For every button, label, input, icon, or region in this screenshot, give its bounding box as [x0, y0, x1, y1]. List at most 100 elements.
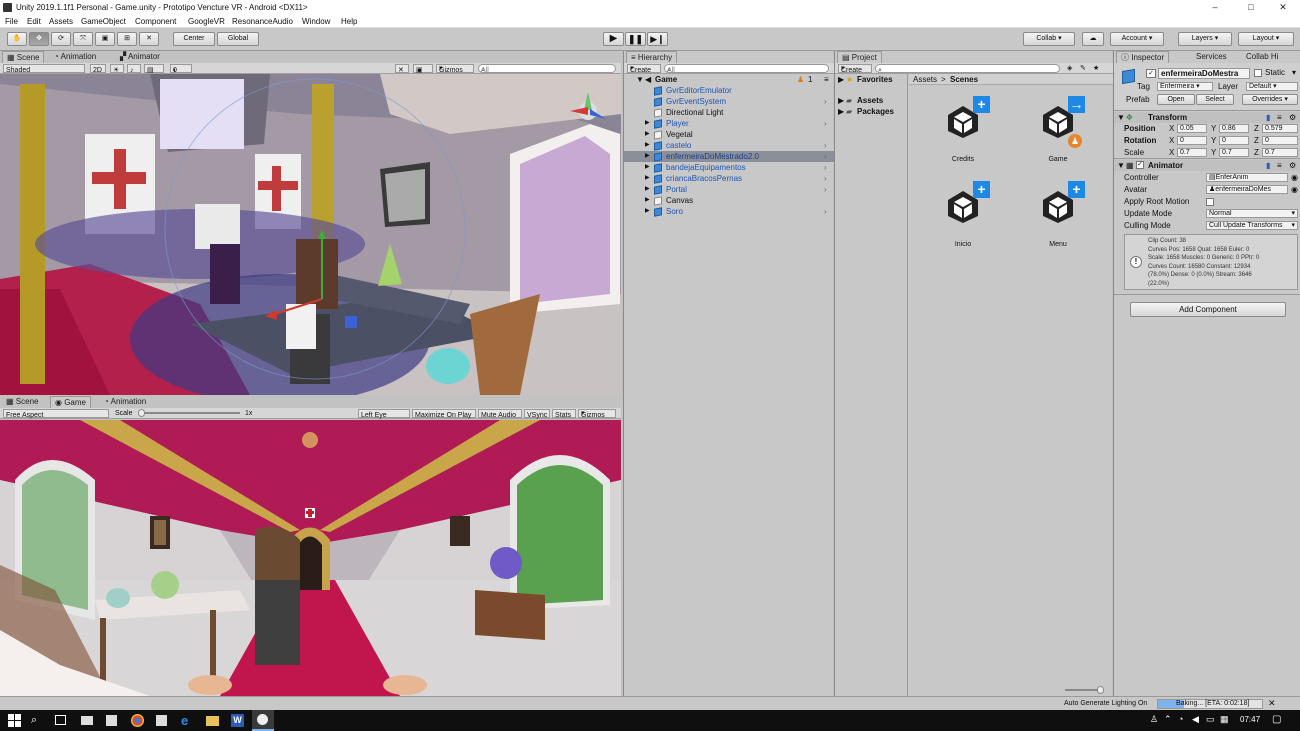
- expand-arrow-icon[interactable]: ▶: [645, 184, 650, 195]
- tab-animation[interactable]: ◔ Animation: [50, 51, 100, 63]
- camera-settings[interactable]: ▣: [413, 64, 433, 74]
- open-prefab-arrow-icon[interactable]: ›: [824, 140, 827, 151]
- add-component-button[interactable]: Add Component: [1130, 302, 1286, 317]
- prefab-open-button[interactable]: Open: [1157, 94, 1195, 105]
- hierarchy-search-input[interactable]: ⌕ All: [664, 64, 829, 74]
- tab-scene[interactable]: ▦ Scene: [2, 51, 45, 63]
- menu-googlevr[interactable]: GoogleVR: [188, 16, 225, 27]
- cancel-bake-icon[interactable]: ✕: [1268, 697, 1276, 710]
- scale-slider[interactable]: [140, 412, 240, 414]
- layer-dropdown[interactable]: Default ▾: [1246, 82, 1298, 91]
- pivot-global-button[interactable]: Global: [217, 32, 259, 46]
- mute-audio-toggle[interactable]: Mute Audio: [478, 409, 522, 419]
- hierarchy-item[interactable]: ▶ criancaBracosPernas ›: [624, 173, 834, 184]
- store-icon[interactable]: [106, 715, 117, 726]
- tab-game[interactable]: ◉ Game: [50, 396, 91, 408]
- object-name-field[interactable]: enfermeiraDoMestra: [1158, 68, 1250, 79]
- root-motion-checkbox[interactable]: [1206, 198, 1214, 206]
- search-icon[interactable]: ⌕: [31, 714, 44, 727]
- play-button[interactable]: ▶: [603, 32, 624, 46]
- breadcrumb-scenes[interactable]: Scenes: [950, 74, 978, 85]
- scene-viewport[interactable]: [0, 74, 621, 395]
- static-dropdown-arrow[interactable]: ▾: [1292, 68, 1296, 77]
- hierarchy-item[interactable]: Directional Light: [624, 107, 834, 118]
- scale-y[interactable]: 0.7: [1219, 148, 1249, 157]
- scene-asset[interactable]: → ♟ Game: [1022, 88, 1094, 168]
- lighting-toggle[interactable]: ☀: [110, 64, 124, 74]
- position-y[interactable]: 0.86: [1219, 124, 1249, 133]
- unity-taskbar-button[interactable]: [252, 710, 274, 731]
- preset-icon[interactable]: ≡: [1277, 112, 1282, 123]
- rotation-y[interactable]: 0: [1219, 136, 1249, 145]
- notifications-icon[interactable]: ▢: [1272, 714, 1281, 725]
- shading-mode-dropdown[interactable]: Shaded: [3, 64, 85, 74]
- menu-edit[interactable]: Edit: [27, 16, 41, 27]
- open-prefab-arrow-icon[interactable]: ›: [824, 151, 827, 162]
- close-button[interactable]: ✕: [1266, 0, 1300, 15]
- scene-asset[interactable]: + Menu: [1022, 173, 1094, 253]
- tree-favorites[interactable]: ▶ ★ Favorites: [835, 74, 908, 85]
- transform-tool-button[interactable]: ⊞: [117, 32, 137, 46]
- tab-collab-history[interactable]: Collab Hi: [1242, 51, 1282, 63]
- component-settings-icon[interactable]: ⚙: [1289, 160, 1296, 171]
- network-icon[interactable]: ▦: [1220, 714, 1229, 725]
- hierarchy-item[interactable]: ▶ Soro ›: [624, 206, 834, 217]
- menu-file[interactable]: File: [5, 16, 18, 27]
- animator-enabled-checkbox[interactable]: ✓: [1136, 161, 1144, 169]
- expand-arrow-icon[interactable]: ▶: [645, 206, 650, 217]
- object-picker-icon[interactable]: ◉: [1291, 172, 1298, 183]
- collab-button[interactable]: Collab ▾: [1023, 32, 1075, 46]
- game-viewport[interactable]: [0, 420, 621, 696]
- hierarchy-item[interactable]: ▶ Vegetal: [624, 129, 834, 140]
- rotation-z[interactable]: 0: [1262, 136, 1298, 145]
- project-create-dropdown[interactable]: Create ▾: [838, 64, 872, 74]
- maximize-on-play-toggle[interactable]: Maximize On Play: [412, 409, 476, 419]
- component-settings-icon[interactable]: ⚙: [1289, 112, 1296, 123]
- tab-animation-bottom[interactable]: ◔ Animation: [100, 396, 150, 408]
- prefab-overrides-dropdown[interactable]: Overrides ▾: [1242, 94, 1298, 105]
- tab-hierarchy[interactable]: ≡ Hierarchy: [626, 51, 678, 63]
- menu-component[interactable]: Component: [135, 16, 176, 27]
- wifi-icon[interactable]: ◔: [1178, 714, 1183, 724]
- avatar-field[interactable]: ♟enfermeiraDoMes: [1206, 185, 1288, 194]
- tab-project[interactable]: ▤ Project: [837, 51, 882, 63]
- maximize-button[interactable]: □: [1234, 0, 1268, 15]
- scene-root-row[interactable]: ▼ ◀ Game ♟ 1 ≡: [624, 74, 834, 85]
- windows-start-icon[interactable]: [8, 714, 21, 727]
- baking-progress-bar[interactable]: Baking... [ETA: 0:02:18]: [1157, 699, 1263, 709]
- aspect-dropdown[interactable]: Free Aspect: [3, 409, 109, 419]
- open-prefab-arrow-icon[interactable]: ›: [824, 184, 827, 195]
- hierarchy-item[interactable]: ▶ Player ›: [624, 118, 834, 129]
- tab-scene-bottom[interactable]: ▦ Scene: [2, 396, 42, 408]
- update-mode-dropdown[interactable]: Normal ▾: [1206, 209, 1298, 218]
- hierarchy-item[interactable]: GvrEventSystem ›: [624, 96, 834, 107]
- transform-header[interactable]: ▼ ✥ Transform ▮ ≡ ⚙: [1114, 112, 1300, 123]
- help-icon[interactable]: ▮: [1266, 160, 1270, 171]
- hierarchy-item[interactable]: ▶ castelo ›: [624, 140, 834, 151]
- people-icon[interactable]: ♙: [1150, 714, 1158, 725]
- animator-header[interactable]: ▼ ▦ ✓ Animator ▮ ≡ ⚙: [1114, 160, 1300, 171]
- task-view-icon[interactable]: [55, 715, 66, 725]
- keyboard-icon[interactable]: ▭: [1206, 714, 1215, 725]
- chevron-up-icon[interactable]: ⌃: [1164, 714, 1172, 725]
- chrome-icon[interactable]: [131, 714, 144, 727]
- hierarchy-item[interactable]: ▶ Canvas: [624, 195, 834, 206]
- open-prefab-arrow-icon[interactable]: ›: [824, 206, 827, 217]
- scene-asset[interactable]: + Credits: [927, 88, 999, 168]
- word-icon[interactable]: W: [231, 714, 244, 727]
- 2d-toggle[interactable]: 2D: [90, 64, 106, 74]
- volume-icon[interactable]: ◀: [1192, 714, 1199, 725]
- open-prefab-arrow-icon[interactable]: ›: [824, 96, 827, 107]
- open-prefab-arrow-icon[interactable]: ›: [824, 118, 827, 129]
- pivot-center-button[interactable]: Center: [173, 32, 215, 46]
- account-dropdown[interactable]: Account ▾: [1110, 32, 1164, 46]
- layout-dropdown[interactable]: Layout ▾: [1238, 32, 1294, 46]
- minimize-button[interactable]: –: [1198, 0, 1232, 15]
- filter-label-icon[interactable]: ✎: [1080, 63, 1086, 74]
- step-button[interactable]: ▶❙: [647, 32, 668, 46]
- active-checkbox[interactable]: ✓: [1146, 69, 1156, 78]
- layers-dropdown[interactable]: Layers ▾: [1178, 32, 1232, 46]
- scene-menu-icon[interactable]: ≡: [824, 74, 829, 85]
- game-gizmos-dropdown[interactable]: Gizmos ▾: [578, 409, 616, 419]
- effects-toggle[interactable]: ▤: [144, 64, 164, 74]
